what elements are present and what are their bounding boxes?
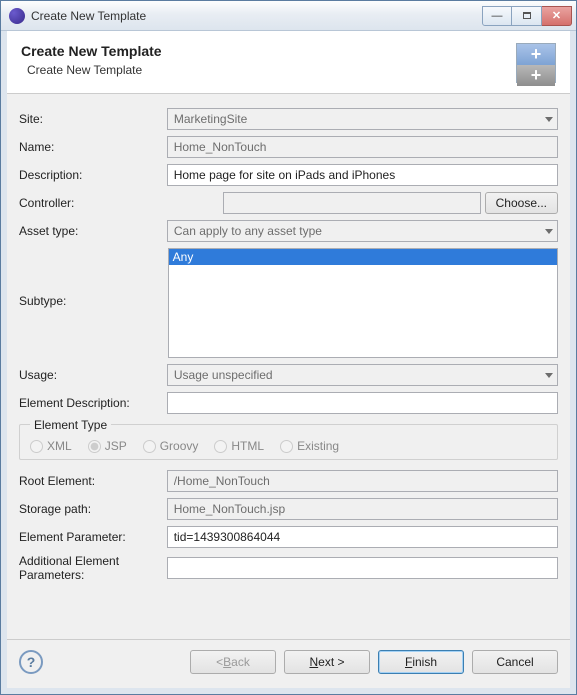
choose-button[interactable]: Choose... bbox=[485, 192, 558, 214]
dialog-header: Create New Template Create New Template … bbox=[7, 31, 570, 94]
additional-params-input[interactable] bbox=[167, 557, 558, 579]
back-button[interactable]: < Back bbox=[190, 650, 276, 674]
window-frame: Create New Template Create New Template … bbox=[1, 31, 576, 694]
dialog-footer: ? < Back Next > Finish Cancel bbox=[7, 639, 570, 688]
header-subtitle: Create New Template bbox=[21, 63, 516, 77]
site-combo[interactable]: MarketingSite bbox=[167, 108, 558, 130]
radio-jsp[interactable]: JSP bbox=[88, 439, 127, 453]
element-parameter-input[interactable] bbox=[167, 526, 558, 548]
description-input[interactable] bbox=[167, 164, 558, 186]
site-label: Site: bbox=[19, 112, 163, 126]
minimize-button[interactable]: — bbox=[482, 6, 512, 26]
next-button[interactable]: Next > bbox=[284, 650, 370, 674]
element-type-legend: Element Type bbox=[30, 418, 111, 432]
element-description-label: Element Description: bbox=[19, 396, 163, 410]
description-label: Description: bbox=[19, 168, 163, 182]
list-item[interactable]: Any bbox=[169, 249, 557, 265]
window-title: Create New Template bbox=[31, 9, 482, 23]
name-input[interactable] bbox=[167, 136, 558, 158]
radio-xml[interactable]: XML bbox=[30, 439, 72, 453]
storage-path-input[interactable] bbox=[167, 498, 558, 520]
close-button[interactable]: ✕ bbox=[542, 6, 572, 26]
subtype-listbox[interactable]: Any bbox=[168, 248, 558, 358]
chevron-down-icon bbox=[545, 373, 553, 378]
usage-combo[interactable]: Usage unspecified bbox=[167, 364, 558, 386]
eclipse-icon bbox=[9, 8, 25, 24]
help-icon[interactable]: ? bbox=[19, 650, 43, 674]
element-type-options: XML JSP Groovy HTML Existing bbox=[30, 439, 547, 453]
asset-type-label: Asset type: bbox=[19, 224, 163, 238]
finish-button[interactable]: Finish bbox=[378, 650, 464, 674]
storage-path-label: Storage path: bbox=[19, 502, 163, 516]
controller-input[interactable] bbox=[223, 192, 481, 214]
cancel-button[interactable]: Cancel bbox=[472, 650, 558, 674]
subtype-label: Subtype: bbox=[19, 248, 164, 308]
window-controls: — ✕ bbox=[482, 6, 572, 26]
title-bar[interactable]: Create New Template — ✕ bbox=[1, 1, 576, 31]
dialog-window: Create New Template — ✕ Create New Templ… bbox=[0, 0, 577, 695]
radio-groovy[interactable]: Groovy bbox=[143, 439, 199, 453]
element-description-input[interactable] bbox=[167, 392, 558, 414]
template-wizard-icon: + + bbox=[516, 43, 556, 83]
chevron-down-icon bbox=[545, 229, 553, 234]
root-element-input[interactable] bbox=[167, 470, 558, 492]
additional-params-label: Additional Element Parameters: bbox=[19, 554, 163, 582]
header-title: Create New Template bbox=[21, 43, 516, 59]
chevron-down-icon bbox=[545, 117, 553, 122]
radio-html[interactable]: HTML bbox=[214, 439, 264, 453]
asset-type-combo[interactable]: Can apply to any asset type bbox=[167, 220, 558, 242]
controller-label: Controller: bbox=[19, 196, 219, 210]
maximize-button[interactable] bbox=[512, 6, 542, 26]
element-type-group: Element Type XML JSP Groovy HTML Existin… bbox=[19, 424, 558, 460]
usage-label: Usage: bbox=[19, 368, 163, 382]
element-parameter-label: Element Parameter: bbox=[19, 530, 163, 544]
name-label: Name: bbox=[19, 140, 163, 154]
form-content: Site: MarketingSite Name: Description: C… bbox=[7, 94, 570, 639]
radio-existing[interactable]: Existing bbox=[280, 439, 339, 453]
root-element-label: Root Element: bbox=[19, 474, 163, 488]
